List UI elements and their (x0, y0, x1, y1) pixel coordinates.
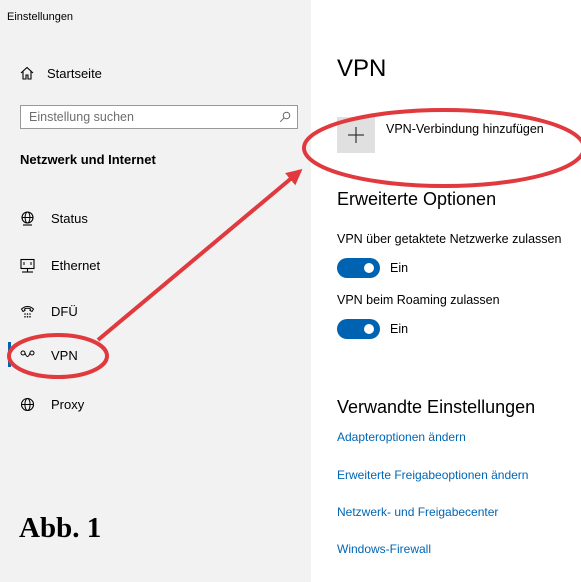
sidebar-item-label: DFÜ (51, 303, 78, 319)
windows-firewall-link[interactable]: Windows-Firewall (337, 542, 431, 556)
plus-icon (348, 127, 364, 143)
globe-icon (20, 397, 35, 411)
sidebar-item-proxy[interactable]: Proxy (20, 392, 84, 416)
adapter-options-link[interactable]: Adapteroptionen ändern (337, 430, 466, 444)
section-title: Netzwerk und Internet (20, 152, 156, 167)
page-title: VPN (337, 55, 387, 82)
add-tile[interactable] (337, 117, 375, 153)
sidebar-item-vpn[interactable]: VPN (20, 343, 78, 367)
search-input[interactable]: Einstellung suchen (29, 110, 134, 124)
ethernet-icon (20, 258, 35, 273)
add-vpn-label: VPN-Verbindung hinzufügen (386, 122, 544, 136)
sidebar-item-label: VPN (51, 347, 78, 363)
metered-networks-toggle[interactable] (337, 258, 380, 278)
related-settings-heading: Verwandte Einstellungen (337, 397, 536, 417)
window-title: Einstellungen (7, 11, 74, 23)
sidebar-item-label: Proxy (51, 396, 85, 412)
metered-networks-state: Ein (390, 261, 409, 275)
sidebar-item-label: Status (51, 210, 88, 226)
network-sharing-center-link[interactable]: Netzwerk- und Freigabecenter (337, 505, 498, 519)
home-icon (20, 66, 34, 80)
metered-networks-label: VPN über getaktete Netzwerke zulassen (337, 232, 562, 246)
figure-label: Abb. 1 (19, 512, 102, 544)
globe-status-icon (21, 210, 34, 226)
advanced-sharing-link[interactable]: Erweiterte Freigabeoptionen ändern (337, 468, 528, 482)
vpn-icon (20, 350, 35, 357)
sidebar: Einstellungen Startseite Einstellung suc… (0, 0, 311, 582)
selected-indicator (8, 342, 11, 367)
roaming-state: Ein (390, 322, 409, 336)
add-vpn-connection-button[interactable]: VPN-Verbindung hinzufügen (337, 117, 581, 153)
roaming-label: VPN beim Roaming zulassen (337, 293, 500, 307)
settings-search-box[interactable]: Einstellung suchen (20, 105, 298, 129)
sidebar-item-ethernet[interactable]: Ethernet (20, 253, 100, 277)
sidebar-home-link[interactable]: Startseite (20, 62, 102, 84)
sidebar-home-label: Startseite (47, 65, 102, 81)
toggle-knob (364, 324, 374, 334)
search-icon[interactable] (279, 111, 291, 123)
dialup-icon (20, 305, 35, 318)
advanced-options-heading: Erweiterte Optionen (337, 189, 497, 209)
toggle-knob (364, 263, 374, 273)
sidebar-item-status[interactable]: Status (20, 206, 88, 230)
sidebar-item-label: Ethernet (51, 257, 101, 273)
roaming-toggle[interactable] (337, 319, 380, 339)
sidebar-item-dfu[interactable]: DFÜ (20, 299, 78, 323)
